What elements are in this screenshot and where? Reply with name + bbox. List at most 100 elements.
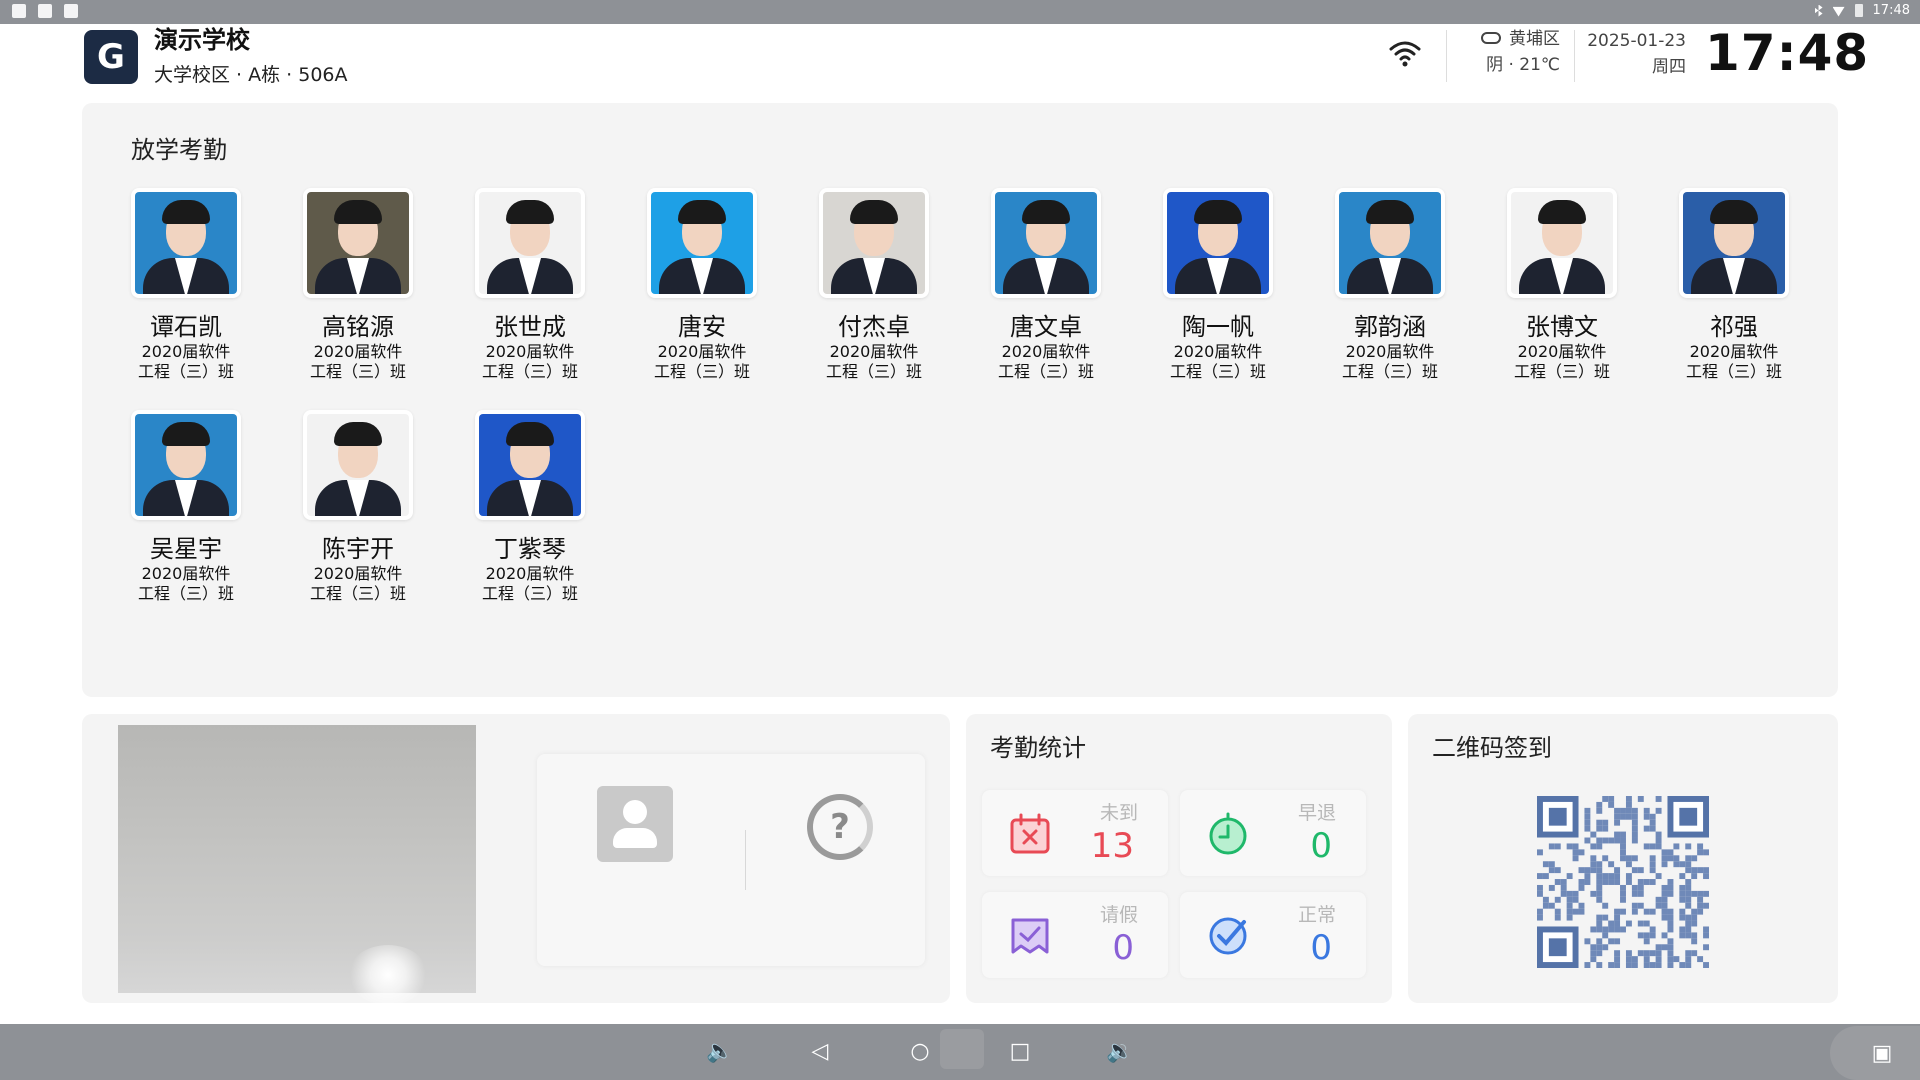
student-class: 工程（三）班 — [481, 584, 578, 603]
home-icon[interactable]: ○ — [906, 1038, 934, 1066]
student-class: 2020届软件 — [1173, 342, 1263, 361]
student-class: 工程（三）班 — [1169, 362, 1266, 381]
stat-label: 早退 — [1297, 802, 1336, 824]
light-glare — [348, 945, 428, 1005]
student-card[interactable]: 祁强 2020届软件 工程（三）班 — [1672, 188, 1796, 382]
student-card[interactable]: 张博文 2020届软件 工程（三）班 — [1500, 188, 1624, 382]
student-photo — [1507, 188, 1617, 298]
stats-title: 考勤统计 — [990, 734, 1086, 762]
student-name: 高铭源 — [322, 313, 394, 341]
portrait-image — [135, 414, 237, 516]
system-nav-bar: 🔈 ◁ ○ □ 🔉 ▣ — [0, 1024, 1920, 1080]
camera-preview — [118, 725, 476, 1005]
student-name: 郭韵涵 — [1354, 313, 1426, 341]
student-card[interactable]: 高铭源 2020届软件 工程（三）班 — [296, 188, 420, 382]
student-card[interactable]: 丁紫琴 2020届软件 工程（三）班 — [468, 410, 592, 604]
stats-panel: 考勤统计 未到 13 早退 0 请假 0 正常 0 — [966, 714, 1392, 1003]
date-text: 2025-01-23 — [1587, 31, 1686, 51]
bluetooth-icon — [1814, 4, 1823, 17]
student-class: 工程（三）班 — [1513, 362, 1610, 381]
student-class: 2020届软件 — [1517, 342, 1607, 361]
stat-label: 未到 — [1099, 802, 1138, 824]
volume-up-icon[interactable]: 🔉 — [1106, 1038, 1134, 1066]
student-name: 陶一帆 — [1182, 313, 1254, 341]
student-class: 工程（三）班 — [309, 362, 406, 381]
portrait-image — [1339, 192, 1441, 294]
check-circle-icon — [1209, 917, 1247, 955]
screenshot-button[interactable]: ▣ — [1830, 1026, 1920, 1080]
student-photo — [647, 188, 757, 298]
student-class: 2020届软件 — [485, 342, 575, 361]
classroom-location: 大学校区 · A栋 · 506A — [154, 64, 348, 86]
student-class: 工程（三）班 — [481, 362, 578, 381]
school-name: 演示学校 — [154, 26, 250, 54]
student-card[interactable]: 张世成 2020届软件 工程（三）班 — [468, 188, 592, 382]
student-class: 2020届软件 — [657, 342, 747, 361]
student-card[interactable]: 郭韵涵 2020届软件 工程（三）班 — [1328, 188, 1452, 382]
portrait-image — [1167, 192, 1269, 294]
student-class: 2020届软件 — [313, 564, 403, 583]
portrait-image — [479, 192, 581, 294]
header-divider — [1574, 30, 1575, 82]
student-class: 2020届软件 — [1001, 342, 1091, 361]
stat-value: 0 — [1112, 928, 1134, 968]
wifi-signal-icon — [1832, 6, 1845, 17]
student-card[interactable]: 付杰卓 2020届软件 工程（三）班 — [812, 188, 936, 382]
stat-label: 请假 — [1099, 904, 1138, 926]
student-name: 张博文 — [1526, 313, 1598, 341]
student-photo — [1679, 188, 1789, 298]
recents-icon[interactable]: □ — [1006, 1038, 1034, 1066]
battery-icon — [1854, 4, 1863, 17]
school-logo: G — [84, 30, 138, 84]
stat-normal[interactable]: 正常 0 — [1180, 892, 1366, 978]
system-status-bar: 17:48 — [0, 0, 1920, 24]
student-class: 工程（三）班 — [1685, 362, 1782, 381]
student-card[interactable]: 谭石凯 2020届软件 工程（三）班 — [124, 188, 248, 382]
attendance-title: 放学考勤 — [131, 136, 227, 164]
student-class: 2020届软件 — [829, 342, 919, 361]
student-class: 2020届软件 — [1689, 342, 1779, 361]
student-photo — [303, 410, 413, 520]
recognition-panel: ? — [82, 714, 950, 1005]
student-class: 工程（三）班 — [137, 362, 234, 381]
image-notification-icon — [12, 4, 26, 18]
student-name: 付杰卓 — [838, 313, 910, 341]
student-card[interactable]: 唐文卓 2020届软件 工程（三）班 — [984, 188, 1108, 382]
student-name: 祁强 — [1710, 313, 1758, 341]
student-name: 张世成 — [494, 313, 566, 341]
stat-leave[interactable]: 请假 0 — [982, 892, 1168, 978]
stat-value: 13 — [1090, 826, 1134, 866]
cloud-icon — [1481, 32, 1501, 44]
floating-button[interactable] — [940, 1029, 984, 1069]
student-class: 工程（三）班 — [825, 362, 922, 381]
student-photo — [1335, 188, 1445, 298]
student-class: 2020届软件 — [141, 342, 231, 361]
back-icon[interactable]: ◁ — [806, 1038, 834, 1066]
student-class: 2020届软件 — [485, 564, 575, 583]
student-photo — [819, 188, 929, 298]
student-class: 2020届软件 — [313, 342, 403, 361]
student-class: 工程（三）班 — [137, 584, 234, 603]
stat-early-leave[interactable]: 早退 0 — [1180, 790, 1366, 876]
qr-code[interactable] — [1537, 796, 1709, 968]
header-divider — [1446, 30, 1447, 82]
qr-panel: 二维码签到 — [1408, 714, 1838, 1003]
student-card[interactable]: 吴星宇 2020届软件 工程（三）班 — [124, 410, 248, 604]
student-card[interactable]: 陶一帆 2020届软件 工程（三）班 — [1156, 188, 1280, 382]
weekday-text: 周四 — [1652, 57, 1686, 77]
app-notification-icon — [64, 4, 78, 18]
student-card[interactable]: 陈宇开 2020届软件 工程（三）班 — [296, 410, 420, 604]
student-photo — [475, 188, 585, 298]
volume-down-icon[interactable]: 🔈 — [706, 1038, 734, 1066]
student-class: 工程（三）班 — [309, 584, 406, 603]
date-widget: 2025-01-23 周四 — [1580, 28, 1686, 80]
portrait-image — [307, 192, 409, 294]
student-card[interactable]: 唐安 2020届软件 工程（三）班 — [640, 188, 764, 382]
student-name: 唐文卓 — [1010, 313, 1082, 341]
app-header: G 演示学校 大学校区 · A栋 · 506A 黄埔区 阴 · 21℃ 2025… — [0, 24, 1920, 100]
stat-absent[interactable]: 未到 13 — [982, 790, 1168, 876]
clock-check-icon — [1209, 812, 1247, 855]
student-photo — [1163, 188, 1273, 298]
student-photo — [475, 410, 585, 520]
notification-icons — [12, 4, 78, 18]
